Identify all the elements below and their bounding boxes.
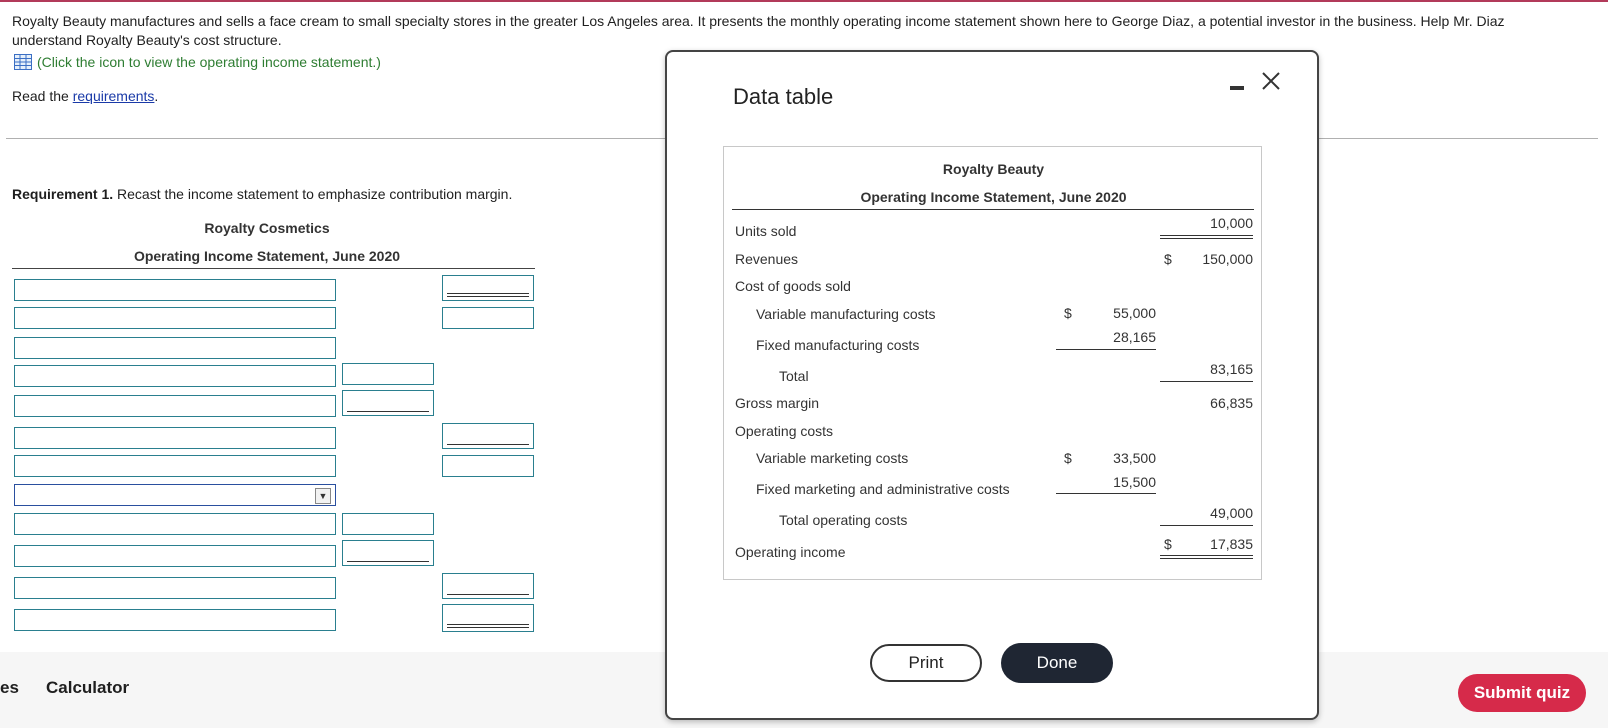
answer-subamount-input[interactable] xyxy=(342,363,434,385)
answer-label-input[interactable] xyxy=(14,337,336,359)
answer-label-input[interactable] xyxy=(14,279,336,301)
income-statement-table: Royalty Beauty Operating Income Statemen… xyxy=(723,146,1262,580)
answer-amount-input[interactable] xyxy=(442,307,534,329)
answer-label-input[interactable] xyxy=(14,513,336,535)
answer-subamount-input[interactable] xyxy=(342,390,434,416)
submit-quiz-button[interactable]: Submit quiz xyxy=(1458,674,1586,712)
answer-label-input[interactable] xyxy=(14,455,336,477)
read-requirements: Read the requirements. xyxy=(12,88,159,104)
row-label: Revenues xyxy=(735,251,799,267)
answer-subamount-input[interactable] xyxy=(342,540,434,566)
answer-amount-input[interactable] xyxy=(442,573,534,599)
row-label: Variable manufacturing costs xyxy=(756,306,936,322)
minimize-icon[interactable] xyxy=(1230,77,1244,95)
view-statement-link[interactable]: (Click the icon to view the operating in… xyxy=(14,54,381,70)
answer-statement-title: Operating Income Statement, June 2020 xyxy=(133,248,401,264)
done-button[interactable]: Done xyxy=(1001,643,1113,683)
answer-label-input[interactable] xyxy=(14,427,336,449)
header-rule xyxy=(732,209,1254,210)
requirements-link[interactable]: requirements xyxy=(73,88,155,104)
answer-company-name: Royalty Cosmetics xyxy=(204,220,330,236)
table-grid-icon[interactable] xyxy=(14,54,32,70)
row-label: Total xyxy=(779,368,809,384)
view-statement-text[interactable]: (Click the icon to view the operating in… xyxy=(37,54,381,70)
row-label: Gross margin xyxy=(735,395,820,411)
var-mkt-value: 33,500 xyxy=(1113,450,1156,466)
cogs-total-value: 83,165 xyxy=(1210,361,1253,377)
problem-intro: Royalty Beauty manufactures and sells a … xyxy=(12,13,1505,48)
answer-label-input[interactable] xyxy=(14,365,336,387)
answer-subamount-input[interactable] xyxy=(342,513,434,535)
answer-header-rule xyxy=(12,268,535,269)
statement-title: Operating Income Statement, June 2020 xyxy=(860,189,1127,205)
currency-symbol: $ xyxy=(1164,251,1172,267)
answer-label-input[interactable] xyxy=(14,577,336,599)
answer-amount-input[interactable] xyxy=(442,275,534,301)
row-label: Fixed marketing and administrative costs xyxy=(756,481,1010,497)
units-sold-value: 10,000 xyxy=(1210,215,1253,231)
tab-fragment[interactable]: es xyxy=(0,678,19,698)
row-label: Operating costs xyxy=(735,423,834,439)
row-label: Operating income xyxy=(735,544,846,560)
answer-amount-input[interactable] xyxy=(442,423,534,449)
answer-label-input[interactable] xyxy=(14,307,336,329)
close-icon[interactable] xyxy=(1260,70,1282,92)
revenues-value: 150,000 xyxy=(1202,251,1253,267)
row-label: Total operating costs xyxy=(779,512,908,528)
currency-symbol: $ xyxy=(1064,450,1072,466)
top-accent-line xyxy=(0,0,1608,2)
data-table-dialog: Data table Royalty Beauty Operating Inco… xyxy=(665,50,1319,720)
dropdown-arrow-icon[interactable]: ▼ xyxy=(315,488,331,504)
answer-amount-input[interactable] xyxy=(442,604,534,632)
fixed-mkt-value: 15,500 xyxy=(1113,474,1156,490)
currency-symbol: $ xyxy=(1164,536,1172,552)
row-label: Variable marketing costs xyxy=(756,450,909,466)
row-label: Cost of goods sold xyxy=(735,278,851,294)
answer-amount-input[interactable] xyxy=(442,455,534,477)
print-button[interactable]: Print xyxy=(870,644,982,682)
row-label: Units sold xyxy=(735,223,797,239)
statement-company: Royalty Beauty xyxy=(942,161,1045,177)
answer-label-input[interactable] xyxy=(14,395,336,417)
calculator-button[interactable]: Calculator xyxy=(46,678,129,698)
row-label: Fixed manufacturing costs xyxy=(756,337,920,353)
fixed-mfg-value: 28,165 xyxy=(1113,329,1156,345)
currency-symbol: $ xyxy=(1064,305,1072,321)
requirement-1: Requirement 1. Recast the income stateme… xyxy=(12,186,513,202)
answer-label-input[interactable] xyxy=(14,545,336,567)
dialog-title: Data table xyxy=(733,84,834,109)
total-op-costs-value: 49,000 xyxy=(1210,505,1253,521)
var-mfg-value: 55,000 xyxy=(1113,305,1156,321)
answer-line-item-select[interactable]: ▼ xyxy=(14,484,336,506)
gross-margin-value: 66,835 xyxy=(1210,395,1253,411)
answer-label-input[interactable] xyxy=(14,609,336,631)
operating-income-value: 17,835 xyxy=(1210,536,1253,552)
